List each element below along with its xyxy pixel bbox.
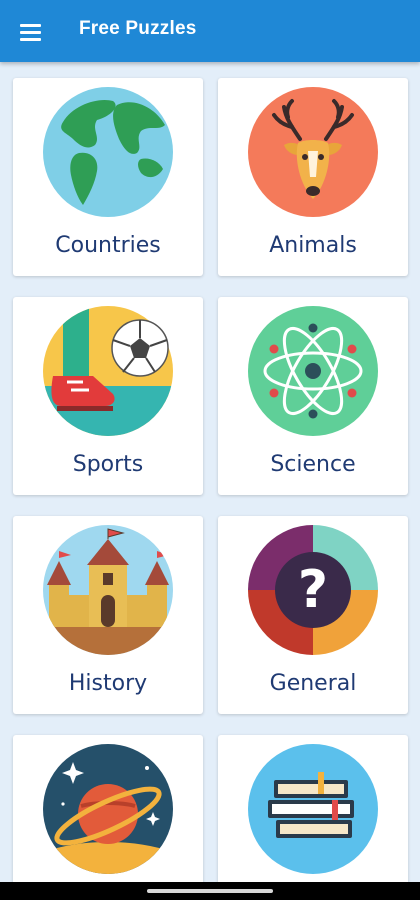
- soccer-kick-icon: [43, 306, 173, 436]
- category-label: Animals: [269, 233, 357, 258]
- svg-text:?: ?: [298, 560, 328, 620]
- category-card-books[interactable]: [218, 735, 408, 882]
- system-navigation-bar: [0, 882, 420, 900]
- category-grid: Countries Animals Sports Science History…: [0, 62, 420, 882]
- atom-icon: [248, 306, 378, 436]
- books-icon: [248, 744, 378, 874]
- deer-icon: [248, 87, 378, 217]
- app-bar: Free Puzzles: [0, 0, 420, 62]
- category-card-science[interactable]: Science: [218, 297, 408, 495]
- gesture-handle[interactable]: [147, 889, 273, 893]
- menu-button[interactable]: [10, 12, 50, 52]
- globe-icon: [43, 87, 173, 217]
- category-card-space[interactable]: [13, 735, 203, 882]
- category-card-animals[interactable]: Animals: [218, 78, 408, 276]
- category-card-general[interactable]: ? General: [218, 516, 408, 714]
- category-label: Science: [270, 452, 356, 477]
- category-label: General: [269, 671, 357, 696]
- category-label: Countries: [55, 233, 161, 258]
- category-card-sports[interactable]: Sports: [13, 297, 203, 495]
- castle-icon: [43, 525, 173, 655]
- question-wheel-icon: ?: [248, 525, 378, 655]
- app-title: Free Puzzles: [79, 18, 197, 39]
- planet-icon: [43, 744, 173, 874]
- category-label: Sports: [72, 452, 144, 477]
- category-card-countries[interactable]: Countries: [13, 78, 203, 276]
- category-card-history[interactable]: History: [13, 516, 203, 714]
- category-label: History: [68, 671, 148, 696]
